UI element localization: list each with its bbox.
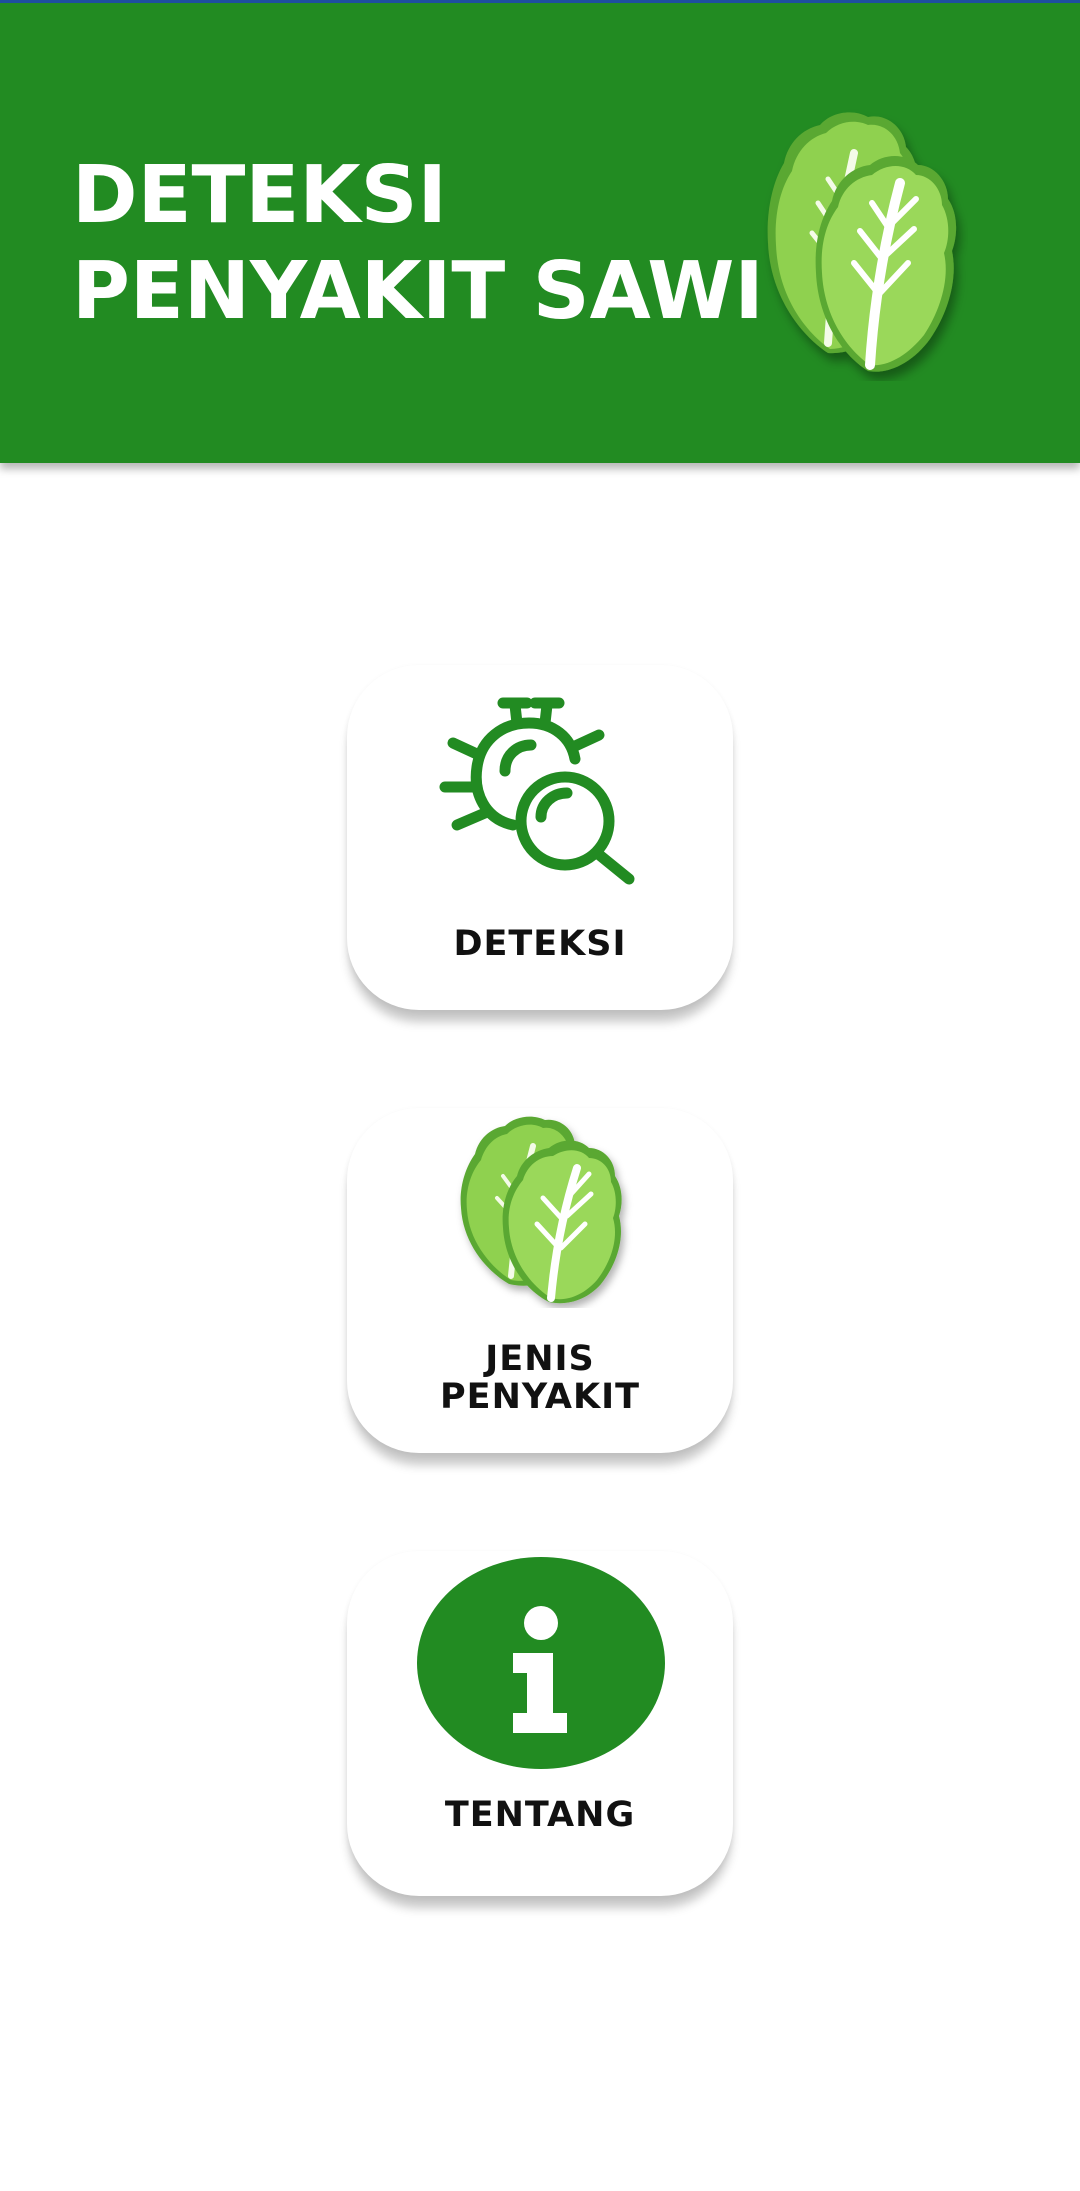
- mustard-greens-icon: [460, 1116, 622, 1304]
- menu-label-jenis-penyakit: JENIS PENYAKIT: [347, 1340, 733, 1416]
- menu-label-jenis-penyakit-line-2: PENYAKIT: [440, 1377, 640, 1417]
- menu-card-deteksi[interactable]: DETEKSI: [347, 665, 733, 1010]
- menu-label-deteksi: DETEKSI: [453, 924, 627, 964]
- menu-card-jenis-penyakit[interactable]: JENIS PENYAKIT: [347, 1108, 733, 1453]
- menu-card-tentang[interactable]: TENTANG: [347, 1551, 733, 1896]
- info-icon: [417, 1557, 665, 1769]
- app-title: DETEKSI PENYAKIT SAWI: [72, 147, 764, 339]
- menu-label-tentang: TENTANG: [444, 1795, 636, 1835]
- bug-search-icon: [439, 697, 635, 885]
- app-title-line-2: PENYAKIT SAWI: [72, 245, 764, 337]
- menu-label-jenis-penyakit-line-1: JENIS: [485, 1339, 595, 1379]
- app-title-line-1: DETEKSI: [72, 149, 447, 241]
- mustard-greens-icon: [767, 112, 957, 372]
- app-header: DETEKSI PENYAKIT SAWI: [0, 0, 1080, 463]
